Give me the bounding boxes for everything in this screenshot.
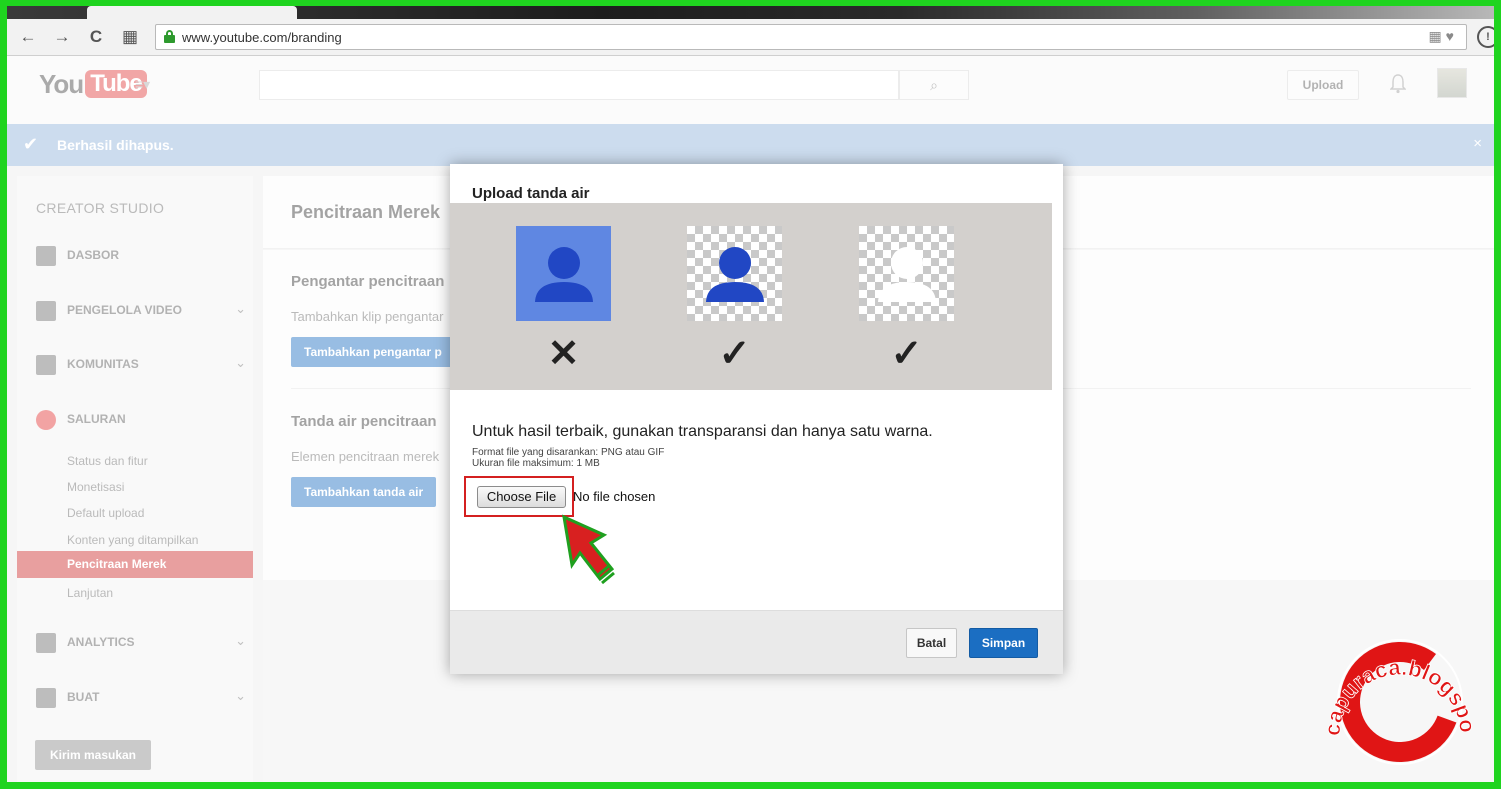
- url-text[interactable]: www.youtube.com/branding: [182, 30, 342, 45]
- youtube-logo[interactable]: You Tube: [39, 68, 147, 100]
- chevron-down-icon: ⌄: [235, 355, 246, 370]
- sidebar-item-dasbor[interactable]: DASBOR: [36, 244, 246, 268]
- cancel-button[interactable]: Batal: [906, 628, 957, 658]
- site-watermark-logo: capuraca.blogspot.com: [1312, 618, 1481, 765]
- sidebar-item-komunitas[interactable]: KOMUNITAS ⌄: [36, 353, 246, 377]
- size-requirement: Ukuran file maksimum: 1 MB: [472, 458, 600, 469]
- sidebar-item-label: KOMUNITAS: [67, 357, 139, 371]
- cross-icon: ✕: [547, 333, 580, 375]
- checkmark-icon: ✓: [718, 333, 751, 375]
- chevron-down-icon: ⌄: [235, 688, 246, 703]
- sidebar-item-label: DASBOR: [67, 248, 120, 262]
- sidebar-item-buat[interactable]: BUAT ⌄: [36, 686, 246, 710]
- avatar[interactable]: [1437, 68, 1467, 98]
- sidebar-item-label: PENGELOLA VIDEO: [67, 303, 182, 317]
- sidebar-item-label: BUAT: [67, 690, 100, 704]
- sidebar-item-label: SALURAN: [67, 412, 126, 426]
- sidebar-subitem-default-upload[interactable]: Default upload: [67, 506, 144, 520]
- sidebar-item-analytics[interactable]: ANALYTICS ⌄: [36, 631, 246, 655]
- bookmark-icon[interactable]: ▦♥: [1428, 28, 1458, 45]
- apps-icon[interactable]: ▦: [119, 26, 141, 48]
- sidebar-subitem-monetisasi[interactable]: Monetisasi: [67, 480, 124, 494]
- file-requirements: Format file yang disarankan: PNG atau GI…: [472, 447, 664, 469]
- example-transparent-white-icon: [859, 226, 954, 321]
- browser-toolbar: ← → C ▦ www.youtube.com/branding ▦♥ !: [7, 19, 1494, 56]
- close-icon[interactable]: ×: [1473, 135, 1482, 152]
- pointer-arrow-icon: [562, 514, 615, 585]
- channel-icon: [36, 410, 56, 430]
- search-button[interactable]: ⌕: [899, 70, 969, 100]
- example-solid-icon: [516, 226, 611, 321]
- community-icon: [36, 355, 56, 375]
- video-manager-icon: [36, 301, 56, 321]
- address-bar[interactable]: www.youtube.com/branding ▦♥: [155, 24, 1467, 50]
- dialog-title: Upload tanda air: [472, 185, 590, 202]
- youtube-header: You Tube ≡▾ ⌕ Upload: [7, 56, 1494, 124]
- sidebar-title: CREATOR STUDIO: [36, 200, 165, 216]
- sidebar-subitem-label: Pencitraan Merek: [67, 557, 167, 571]
- logo-you: You: [39, 68, 84, 99]
- page-title: Pencitraan Merek: [291, 202, 441, 222]
- add-intro-button[interactable]: Tambahkan pengantar p: [291, 337, 455, 367]
- example-transparent-blue-icon: [687, 226, 782, 321]
- sidebar-subitem-advanced[interactable]: Lanjutan: [67, 586, 113, 600]
- notification-bell-icon[interactable]: [1389, 74, 1407, 99]
- guide-menu-icon[interactable]: ≡▾: [135, 76, 150, 93]
- analytics-icon: [36, 633, 56, 653]
- sidebar-subitem-featured-content[interactable]: Konten yang ditampilkan: [67, 533, 198, 547]
- tab-strip: [7, 6, 1494, 19]
- sidebar-item-label: ANALYTICS: [67, 635, 135, 649]
- creator-studio-sidebar: CREATOR STUDIO DASBOR PENGELOLA VIDEO ⌄ …: [17, 176, 253, 782]
- dashboard-icon: [36, 246, 56, 266]
- watermark-examples: ✕ ✓ ✓: [450, 203, 1052, 390]
- lock-icon: [164, 30, 175, 43]
- add-watermark-button[interactable]: Tambahkan tanda air: [291, 477, 437, 507]
- sidebar-subitem-branding[interactable]: Pencitraan Merek: [17, 551, 253, 578]
- create-video-icon: [36, 688, 56, 708]
- svg-text:capuraca.blogspot.com: capuraca.blogspot.com: [1312, 618, 1480, 737]
- notification-bar: ✔ Berhasil dihapus. ×: [7, 124, 1494, 166]
- active-tab[interactable]: [87, 6, 297, 19]
- notification-message: Berhasil dihapus.: [57, 137, 174, 153]
- extension-icon[interactable]: !: [1477, 26, 1494, 48]
- upload-watermark-dialog: Upload tanda air ✕ ✓ ✓ Untuk hasil terba…: [450, 164, 1063, 674]
- sidebar-item-video-manager[interactable]: PENGELOLA VIDEO ⌄: [36, 299, 246, 323]
- sidebar-item-saluran[interactable]: SALURAN: [36, 408, 246, 432]
- search-icon: ⌕: [930, 77, 938, 93]
- reload-icon[interactable]: C: [85, 26, 107, 48]
- back-icon[interactable]: ←: [17, 26, 39, 48]
- checkmark-icon: ✓: [890, 333, 923, 375]
- format-requirement: Format file yang disarankan: PNG atau GI…: [472, 447, 665, 458]
- save-button[interactable]: Simpan: [969, 628, 1038, 658]
- no-file-chosen-label: No file chosen: [573, 489, 656, 504]
- dialog-footer: Batal Simpan: [450, 610, 1063, 674]
- intro-description: Tambahkan klip pengantar: [291, 309, 444, 324]
- sidebar-subitem-status[interactable]: Status dan fitur: [67, 454, 148, 468]
- send-feedback-button[interactable]: Kirim masukan: [35, 740, 151, 770]
- upload-button[interactable]: Upload: [1287, 70, 1359, 100]
- chevron-down-icon: ⌄: [235, 633, 246, 648]
- search-input[interactable]: [259, 70, 899, 100]
- intro-heading: Pengantar pencitraan: [291, 273, 445, 290]
- chevron-down-icon: ⌄: [235, 301, 246, 316]
- forward-icon[interactable]: →: [51, 26, 73, 48]
- best-results-tip: Untuk hasil terbaik, gunakan transparans…: [472, 423, 933, 440]
- watermark-heading: Tanda air pencitraan: [291, 413, 437, 430]
- watermark-description: Elemen pencitraan merek: [291, 449, 440, 464]
- check-icon: ✔: [23, 134, 39, 154]
- browser-window: ← → C ▦ www.youtube.com/branding ▦♥ ! Yo…: [7, 6, 1494, 782]
- choose-file-button[interactable]: Choose File: [477, 486, 566, 508]
